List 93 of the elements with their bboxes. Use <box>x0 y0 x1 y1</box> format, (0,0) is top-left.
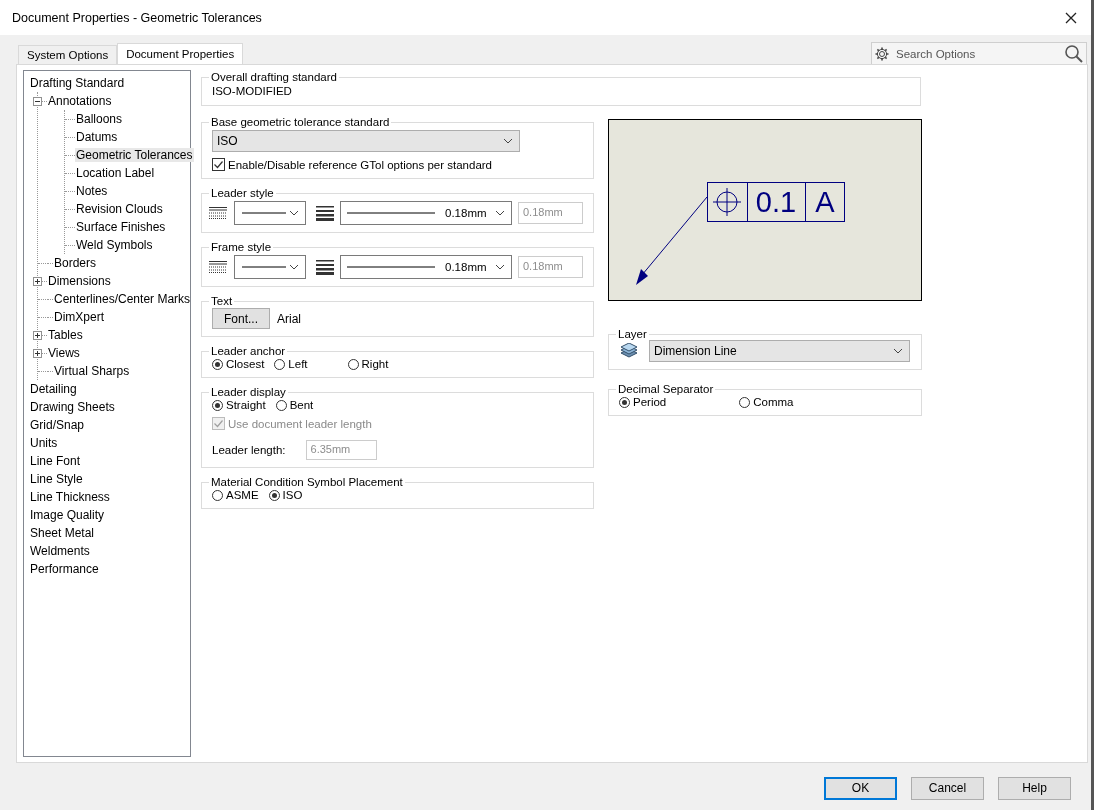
tree-item[interactable]: Notes <box>75 184 109 198</box>
tree-item[interactable]: Line Font <box>29 454 82 468</box>
gear-icon <box>874 46 890 62</box>
group-label: Base geometric tolerance standard <box>210 116 391 128</box>
radio-button[interactable]: Left <box>274 358 308 370</box>
dialog-button[interactable]: Help <box>998 776 1071 800</box>
tree-item[interactable]: Datums <box>75 130 119 144</box>
layers-icon <box>619 343 639 359</box>
tree-item[interactable]: Line Style <box>29 472 84 486</box>
chevron-down-icon <box>289 264 299 270</box>
line-sample-icon <box>347 266 435 268</box>
plus-box-icon[interactable] <box>33 276 42 286</box>
font-button[interactable]: Font... <box>212 308 270 329</box>
tree-item[interactable]: Dimensions <box>47 274 112 288</box>
radio-button[interactable]: Bent <box>275 399 314 411</box>
line-sample-icon <box>242 212 286 214</box>
search-input[interactable]: Search Options <box>894 47 1060 61</box>
line-sample-icon <box>347 212 435 214</box>
radio-button[interactable]: Straight <box>212 399 266 411</box>
tree-item[interactable]: Performance <box>29 562 100 576</box>
radio-button[interactable]: ASME <box>212 489 259 501</box>
group-label: Leader anchor <box>210 345 287 357</box>
checkbox-icon <box>212 158 225 171</box>
line-style-dropdown[interactable] <box>234 255 306 279</box>
chevron-down-icon <box>289 210 299 216</box>
dialog-button[interactable]: Cancel <box>911 776 984 800</box>
chevron-down-icon <box>503 138 513 144</box>
line-style-icon <box>208 206 228 220</box>
tree-item[interactable]: Grid/Snap <box>29 418 86 432</box>
checkbox[interactable]: Enable/Disable reference GTol options per standard <box>212 158 583 171</box>
minus-box-icon[interactable] <box>33 96 42 106</box>
tree-item[interactable]: Tables <box>47 328 84 342</box>
group-label: Text <box>210 295 234 307</box>
line-thickness-icon <box>316 259 334 275</box>
group-label: Material Condition Symbol Placement <box>210 476 404 488</box>
tree-item[interactable]: Detailing <box>29 382 78 396</box>
radio-button[interactable]: Closest <box>212 358 265 370</box>
tree-item[interactable]: Drafting Standard <box>29 76 126 90</box>
field-label: Leader length: <box>212 444 286 456</box>
line-style-dropdown[interactable] <box>234 201 306 225</box>
tree-item[interactable]: Weldments <box>29 544 91 558</box>
checkbox-icon <box>212 417 225 430</box>
tree-item[interactable]: Revision Clouds <box>75 202 164 216</box>
close-icon[interactable] <box>1065 11 1077 24</box>
tree-item[interactable]: Drawing Sheets <box>29 400 116 414</box>
line-sample-icon <box>242 266 286 268</box>
search-icon[interactable] <box>1064 44 1084 64</box>
tab[interactable]: System Options <box>18 45 118 64</box>
line-thickness-dropdown[interactable]: 0.18mm <box>340 255 512 279</box>
chevron-down-icon <box>893 348 903 354</box>
tree-item[interactable]: Balloons <box>75 112 124 126</box>
group-label: Leader display <box>210 386 287 398</box>
group-label: Layer <box>617 328 648 340</box>
tree-item[interactable]: Location Label <box>75 166 156 180</box>
tree-item[interactable]: Views <box>47 346 81 360</box>
tolerance-value: 0.1 <box>755 186 797 218</box>
group-label: Overall drafting standard <box>210 71 338 83</box>
plus-box-icon[interactable] <box>33 348 42 358</box>
tree-item[interactable]: Surface Finishes <box>75 220 167 234</box>
tree-item[interactable]: Sheet Metal <box>29 526 96 540</box>
radio-button[interactable]: Right <box>347 358 389 370</box>
line-thickness-icon <box>316 205 334 221</box>
radio-button[interactable]: ISO <box>268 489 303 501</box>
chevron-down-icon <box>495 210 505 216</box>
tree-item[interactable]: Line Thickness <box>29 490 111 504</box>
group-label: Frame style <box>210 241 273 253</box>
radio-button[interactable]: Comma <box>739 396 794 408</box>
plus-box-icon[interactable] <box>33 330 42 340</box>
chevron-down-icon <box>495 264 505 270</box>
search-field[interactable]: Search Options <box>871 42 1087 66</box>
standard-value: ISO-MODIFIED <box>212 84 292 97</box>
line-style-icon <box>208 260 228 274</box>
datum-label: A <box>815 186 835 218</box>
tree-item[interactable]: Virtual Sharps <box>53 364 131 378</box>
tree-item[interactable]: Units <box>29 436 59 450</box>
tree-item[interactable]: Weld Symbols <box>75 238 154 252</box>
tree-item[interactable]: Centerlines/Center Marks <box>53 292 192 306</box>
tree-item[interactable]: DimXpert <box>53 310 105 324</box>
window-title: Document Properties - Geometric Tolerances <box>12 10 262 25</box>
line-thickness-dropdown[interactable]: 0.18mm <box>340 201 512 225</box>
radio-button[interactable]: Period <box>619 396 667 408</box>
layer-dropdown[interactable]: Dimension Line <box>649 340 910 362</box>
group-label: Decimal Separator <box>617 383 715 395</box>
tree-item[interactable]: Image Quality <box>29 508 106 522</box>
position-icon <box>712 187 742 217</box>
tree-item[interactable]: Borders <box>53 256 98 270</box>
font-name: Arial <box>277 311 301 326</box>
group-label: Leader style <box>210 187 275 199</box>
tree-item[interactable]: Annotations <box>47 94 113 108</box>
tab[interactable]: Document Properties <box>117 43 244 65</box>
dialog-button[interactable]: OK <box>824 776 897 800</box>
tree-item[interactable]: Geometric Tolerances <box>75 148 194 162</box>
standard-dropdown[interactable]: ISO <box>212 130 520 152</box>
